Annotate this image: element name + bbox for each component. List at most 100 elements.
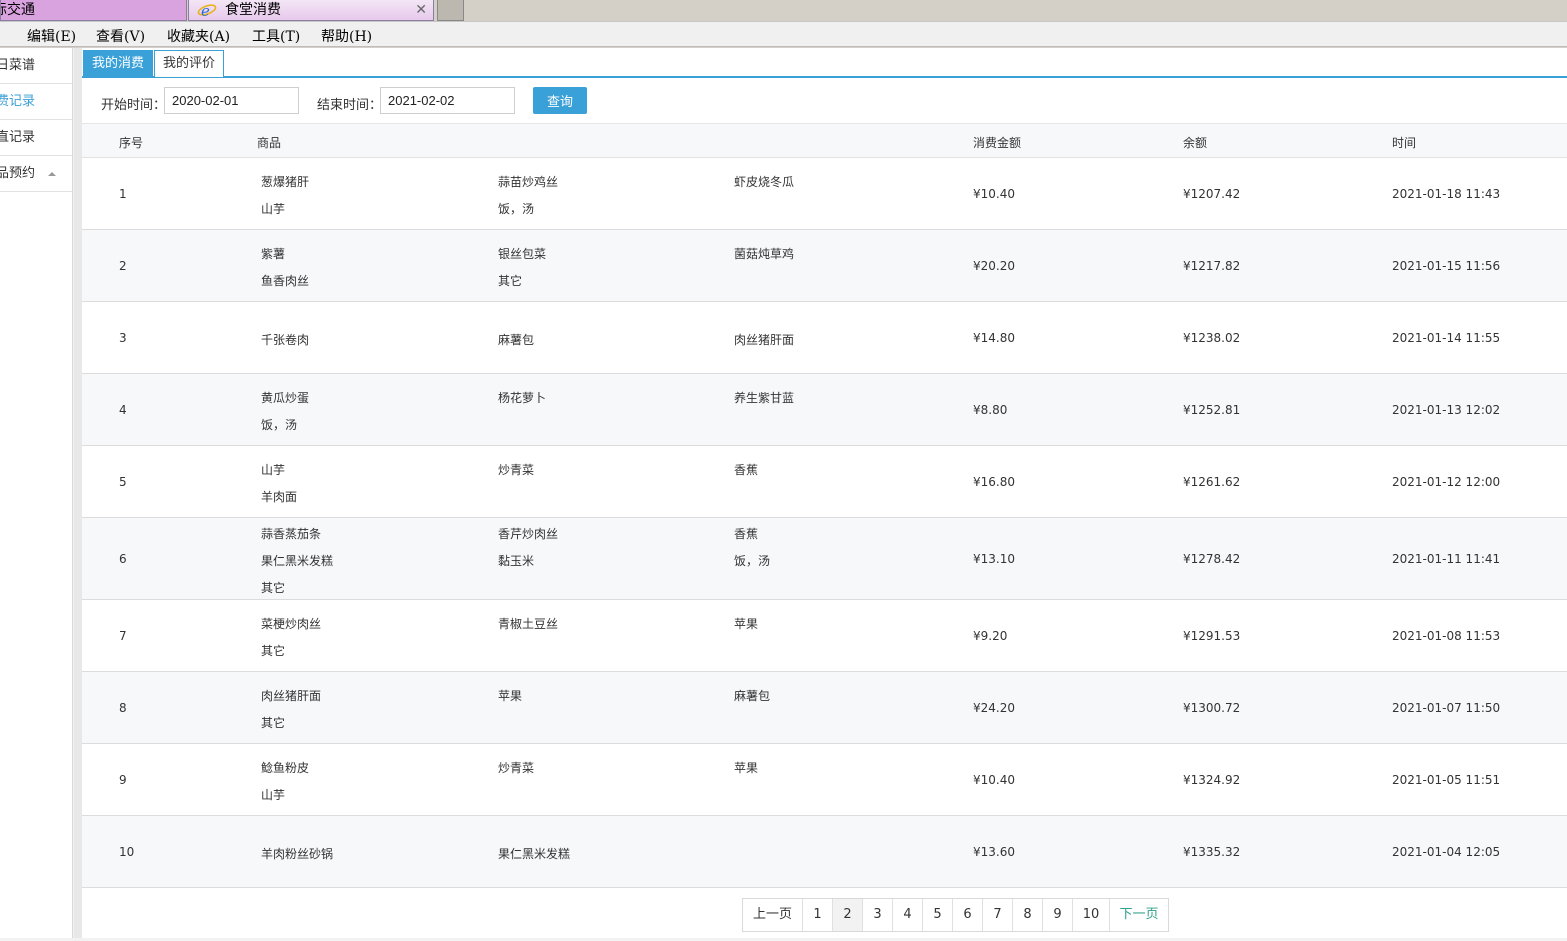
page-button[interactable]: 3	[863, 899, 893, 931]
row-number: 6	[119, 552, 127, 566]
goods-item: 其它	[498, 274, 523, 288]
amount-value: ¥16.80	[973, 475, 1015, 489]
goods-item: 葱爆猪肝	[261, 175, 310, 189]
goods-item: 饭，汤	[261, 418, 298, 432]
row-number: 8	[119, 701, 127, 715]
table-row: 3 千张卷肉 麻薯包 肉丝猪肝面 ¥14.80 ¥1238.02 2021-01-14 11…	[82, 302, 1567, 374]
balance-value: ¥1300.72	[1183, 701, 1241, 715]
goods-item: 苹果	[498, 689, 523, 703]
balance-value: ¥1252.81	[1183, 403, 1241, 417]
goods-item: 肉丝猪肝面	[261, 689, 322, 703]
main-content: 我的消费 我的评价 开始时间： 结束时间： 查询 序号 商品 消费金额 余额 时…	[82, 48, 1567, 938]
time-value: 2021-01-05 11:51	[1392, 773, 1501, 787]
goods-item: 饭，汤	[498, 202, 535, 216]
goods-item: 银丝包菜	[498, 247, 547, 261]
balance-value: ¥1207.42	[1183, 187, 1241, 201]
amount-value: ¥10.40	[973, 187, 1015, 201]
page-button[interactable]: 1	[803, 899, 833, 931]
goods-item: 炒青菜	[498, 761, 535, 775]
start-date-input[interactable]	[164, 87, 299, 114]
header-amount: 消费金额	[973, 136, 1022, 150]
start-time-label: 开始时间：	[101, 98, 167, 113]
page-button[interactable]: 8	[1013, 899, 1043, 931]
amount-value: ¥8.80	[973, 403, 1008, 417]
ie-browser-icon: e	[197, 2, 217, 19]
time-value: 2021-01-11 11:41	[1392, 552, 1501, 566]
new-tab-button[interactable]	[437, 0, 464, 21]
goods-item: 山芋	[261, 202, 286, 216]
table-row: 1 葱爆猪肝 蒜苗炒鸡丝 虾皮烧冬瓜 山芋 饭，汤 ¥10.40 ¥1207.42 2021-0…	[82, 158, 1567, 230]
row-number: 7	[119, 629, 127, 643]
goods-item: 蒜苗炒鸡丝	[498, 175, 559, 189]
consumption-table: 序号 商品 消费金额 余额 时间 1 葱爆猪肝 蒜苗炒鸡丝 虾皮烧冬瓜 山芋 饭，汤 ¥10…	[82, 123, 1567, 888]
goods-item: 羊肉粉丝砂锅	[261, 847, 334, 861]
balance-value: ¥1238.02	[1183, 331, 1241, 345]
page-button[interactable]: 5	[923, 899, 953, 931]
row-number: 4	[119, 403, 127, 417]
table-row: 10 羊肉粉丝砂锅 果仁黑米发糕 ¥13.60 ¥1335.32 2021-01-04 1…	[82, 816, 1567, 888]
balance-value: ¥1291.53	[1183, 629, 1241, 643]
browser-tab-transport[interactable]: 际交通	[0, 0, 187, 21]
sidebar-item-menu[interactable]: 日菜谱	[0, 48, 72, 84]
row-number: 1	[119, 187, 127, 201]
goods-item: 黄瓜炒蛋	[261, 391, 310, 405]
menu-view[interactable]: 查看(V)	[96, 26, 145, 46]
prev-page-button[interactable]: 上一页	[743, 899, 803, 931]
page-button[interactable]: 2	[833, 899, 863, 931]
menu-favorites[interactable]: 收藏夹(A)	[167, 26, 230, 46]
goods-item: 其它	[261, 581, 286, 595]
close-icon[interactable]: ✕	[415, 0, 427, 20]
goods-item: 杨花萝卜	[498, 391, 547, 405]
row-number: 5	[119, 475, 127, 489]
tab-my-consumption[interactable]: 我的消费	[83, 50, 154, 77]
table-body: 1 葱爆猪肝 蒜苗炒鸡丝 虾皮烧冬瓜 山芋 饭，汤 ¥10.40 ¥1207.42 2021-0…	[82, 158, 1567, 888]
menu-bar: ) 编辑(E) 查看(V) 收藏夹(A) 工具(T) 帮助(H)	[0, 21, 1567, 47]
table-row: 9 鲶鱼粉皮 炒青菜 苹果 山芋 ¥10.40 ¥1324.92 2021-01-05 11:…	[82, 744, 1567, 816]
time-value: 2021-01-15 11:56	[1392, 259, 1501, 273]
goods-item: 虾皮烧冬瓜	[734, 175, 795, 189]
amount-value: ¥13.10	[973, 552, 1015, 566]
header-time: 时间	[1392, 136, 1417, 150]
goods-item: 炒青菜	[498, 463, 535, 477]
goods-item: 其它	[261, 716, 286, 730]
goods-item: 苹果	[734, 617, 759, 631]
browser-tab-canteen[interactable]: e 食堂消费 ✕	[188, 0, 434, 21]
goods-item: 香蕉	[734, 527, 759, 541]
goods-item: 果仁黑米发糕	[261, 554, 334, 568]
goods-item: 山芋	[261, 788, 286, 802]
amount-value: ¥13.60	[973, 845, 1015, 859]
amount-value: ¥24.20	[973, 701, 1015, 715]
balance-value: ¥1278.42	[1183, 552, 1241, 566]
chevron-up-icon	[48, 172, 56, 176]
page-button[interactable]: 9	[1043, 899, 1073, 931]
header-goods: 商品	[257, 136, 282, 150]
page-button[interactable]: 7	[983, 899, 1013, 931]
tab-my-reviews[interactable]: 我的评价	[154, 50, 225, 77]
goods-item: 其它	[261, 644, 286, 658]
goods-item: 麻薯包	[498, 333, 535, 347]
goods-item: 鲶鱼粉皮	[261, 761, 310, 775]
page-button[interactable]: 10	[1073, 899, 1110, 931]
sidebar-item-consumption[interactable]: 费记录	[0, 84, 72, 120]
sidebar-item-label: 直记录	[0, 130, 36, 145]
menu-help[interactable]: 帮助(H)	[321, 26, 372, 46]
query-button[interactable]: 查询	[533, 87, 587, 114]
time-value: 2021-01-14 11:55	[1392, 331, 1501, 345]
sidebar-item-reservation[interactable]: 品预约	[0, 156, 72, 192]
next-page-button[interactable]: 下一页	[1110, 899, 1168, 931]
page-button[interactable]: 4	[893, 899, 923, 931]
page-button[interactable]: 6	[953, 899, 983, 931]
end-date-input[interactable]	[380, 87, 515, 114]
sidebar-item-recharge[interactable]: 直记录	[0, 120, 72, 156]
balance-value: ¥1335.32	[1183, 845, 1241, 859]
goods-item: 菜梗炒肉丝	[261, 617, 322, 631]
table-header: 序号 商品 消费金额 余额 时间	[82, 124, 1567, 158]
goods-item: 果仁黑米发糕	[498, 847, 571, 861]
menu-tools[interactable]: 工具(T)	[252, 26, 300, 46]
time-value: 2021-01-12 12:00	[1392, 475, 1501, 489]
amount-value: ¥9.20	[973, 629, 1008, 643]
amount-value: ¥14.80	[973, 331, 1015, 345]
menu-edit[interactable]: 编辑(E)	[27, 26, 76, 46]
time-value: 2021-01-13 12:02	[1392, 403, 1501, 417]
header-balance: 余额	[1183, 136, 1208, 150]
